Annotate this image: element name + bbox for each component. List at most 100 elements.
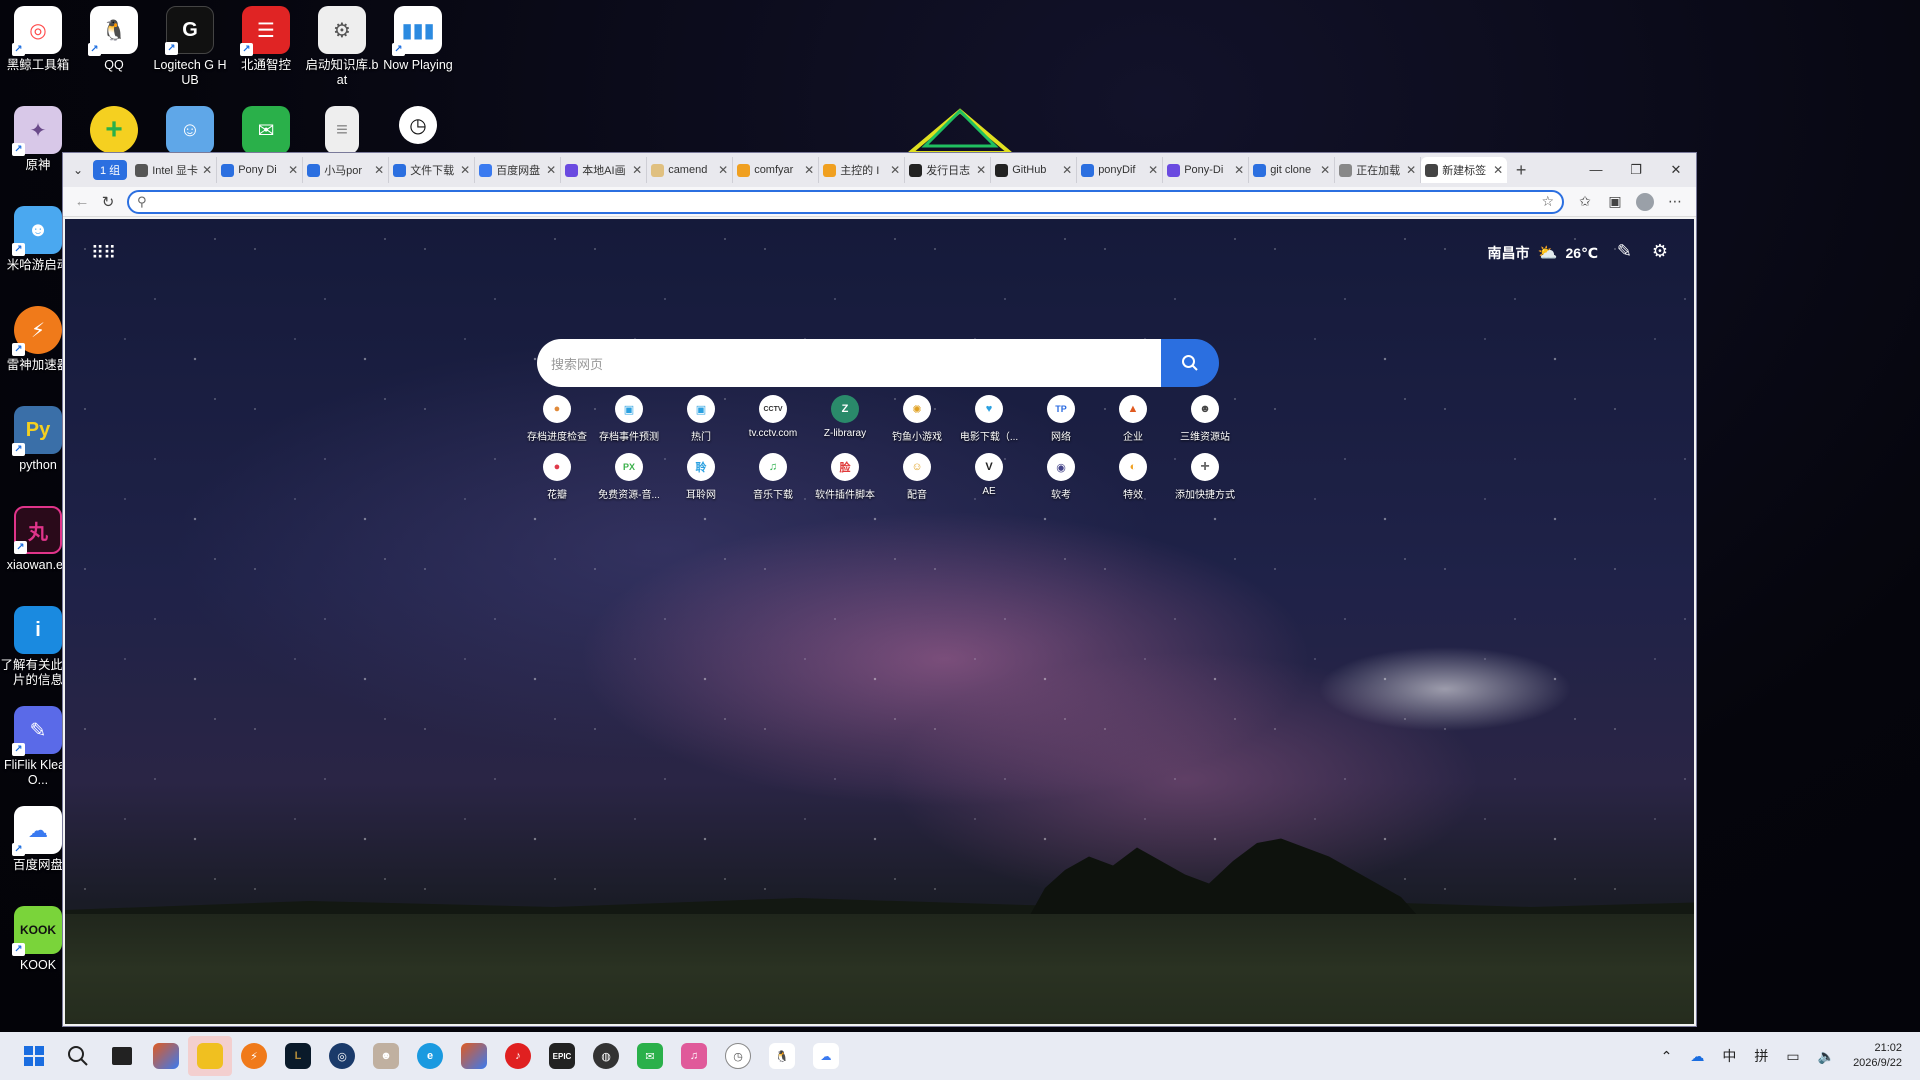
taskbar-app[interactable]	[144, 1036, 188, 1076]
shortcut-item[interactable]: 脸软件插件脚本	[809, 453, 881, 501]
shortcut-item[interactable]: ▣ 热门	[665, 395, 737, 443]
close-icon[interactable]: ✕	[374, 163, 384, 177]
new-tab-button[interactable]: +	[1507, 160, 1535, 181]
desktop-icon-logitech[interactable]: G ↗ Logitech G HUB	[152, 6, 228, 88]
taskbar-app[interactable]: ☁	[804, 1036, 848, 1076]
tab[interactable]: camend ✕	[647, 157, 734, 183]
collections-icon[interactable]: ▣	[1600, 193, 1630, 210]
shortcut-item[interactable]: ♫ 音乐下载	[737, 453, 809, 501]
shortcut-item[interactable]: ☺ 配音	[881, 453, 953, 501]
tab[interactable]: 主控的 I ✕	[819, 157, 906, 183]
desktop-icon-qq[interactable]: 🐧 ↗ QQ	[76, 6, 152, 73]
taskbar-app[interactable]: EPIC	[540, 1036, 584, 1076]
restore-icon[interactable]: ❐	[1616, 162, 1656, 178]
start-button[interactable]	[12, 1036, 56, 1076]
taskbar-app[interactable]: ◷	[716, 1036, 760, 1076]
close-icon[interactable]: ✕	[546, 163, 556, 177]
tab[interactable]: Pony-Di ✕	[1163, 157, 1250, 183]
shortcut-item[interactable]: ● 花瓣	[521, 453, 593, 501]
address-bar[interactable]: ⚲ ☆	[127, 189, 1564, 214]
desktop-icon-clock[interactable]: ◷	[380, 106, 456, 144]
tab[interactable]: Intel 显卡 ✕	[131, 157, 218, 183]
favorites-icon[interactable]: ✩	[1570, 193, 1600, 210]
close-icon[interactable]: ✕	[460, 163, 470, 177]
ime-language[interactable]: 中	[1722, 1046, 1736, 1066]
shortcut-item[interactable]: Z Z-libraray	[809, 395, 881, 443]
close-icon[interactable]: ✕	[1406, 163, 1416, 177]
tab[interactable]: 发行日志 ✕	[905, 157, 992, 183]
desktop-icon-plus[interactable]: +	[76, 106, 152, 154]
close-icon[interactable]: ✕	[202, 163, 212, 177]
close-icon[interactable]: ✕	[1148, 163, 1158, 177]
shortcut-item[interactable]: ▣ 存档事件预测	[593, 395, 665, 443]
task-view-button[interactable]	[100, 1036, 144, 1076]
taskbar-app[interactable]: ◍	[584, 1036, 628, 1076]
tab-active[interactable]: 新建标签 ✕	[1421, 157, 1508, 183]
desktop-icon-wechat[interactable]: ✉	[228, 106, 304, 154]
tab[interactable]: comfyar ✕	[733, 157, 820, 183]
shortcut-item[interactable]: ✺ 钓鱼小游戏	[881, 395, 953, 443]
taskbar-app[interactable]: L	[276, 1036, 320, 1076]
desktop-icon-beitong[interactable]: ☰ ↗ 北通智控	[228, 6, 304, 73]
close-icon[interactable]: ✕	[288, 163, 298, 177]
close-icon[interactable]: ✕	[804, 163, 814, 177]
desktop-icon-heijing[interactable]: ◎ ↗ 黑鲸工具箱	[0, 6, 76, 73]
search-input[interactable]: 搜索网页	[537, 339, 1161, 387]
chevron-up-icon[interactable]: ⌃	[1661, 1048, 1673, 1065]
close-icon[interactable]: ✕	[718, 163, 728, 177]
shortcut-item[interactable]: ☻ 三维资源站	[1169, 395, 1241, 443]
close-window-icon[interactable]: ✕	[1656, 162, 1696, 178]
shortcut-item[interactable]: CCTV tv.cctv.com	[737, 395, 809, 443]
add-shortcut-button[interactable]: + 添加快捷方式	[1169, 453, 1241, 501]
taskbar-app[interactable]: ♪	[496, 1036, 540, 1076]
close-icon[interactable]: ✕	[632, 163, 642, 177]
desktop-icon-document[interactable]: ≡	[304, 106, 380, 154]
taskbar-app[interactable]: ♫	[672, 1036, 716, 1076]
minimize-icon[interactable]: —	[1576, 162, 1616, 178]
tab[interactable]: GitHub ✕	[991, 157, 1078, 183]
taskbar-app[interactable]: e	[408, 1036, 452, 1076]
close-icon[interactable]: ✕	[1320, 163, 1330, 177]
profile-avatar[interactable]	[1636, 192, 1654, 211]
close-icon[interactable]: ✕	[890, 163, 900, 177]
network-icon[interactable]: ▭	[1786, 1048, 1799, 1065]
clock[interactable]: 21:02 2026/9/22	[1853, 1041, 1902, 1071]
shortcut-item[interactable]: ● 存档进度检查	[521, 395, 593, 443]
weather-widget[interactable]: 南昌市 ⛅ 26℃	[1488, 243, 1598, 263]
shortcut-item[interactable]: ◐ 特效	[1097, 453, 1169, 501]
shortcut-item[interactable]: 聆耳聆网	[665, 453, 737, 501]
shortcut-item[interactable]: PX 免费资源-音...	[593, 453, 665, 501]
taskbar-app[interactable]: ✉	[628, 1036, 672, 1076]
desktop-icon-bat[interactable]: ⚙ 启动知识库.bat	[304, 6, 380, 88]
desktop-icon-chat[interactable]: ☺	[152, 106, 228, 154]
tab[interactable]: 正在加载 ✕	[1335, 157, 1422, 183]
shortcut-item[interactable]: ♥ 电影下载（...	[953, 395, 1025, 443]
close-icon[interactable]: ✕	[1062, 163, 1072, 177]
taskbar-app[interactable]: ◎	[320, 1036, 364, 1076]
apps-grid-icon[interactable]: ⠿⠿	[91, 243, 116, 264]
taskbar-app[interactable]	[452, 1036, 496, 1076]
tab[interactable]: 小马por ✕	[303, 157, 390, 183]
tab[interactable]: git clone ✕	[1249, 157, 1336, 183]
taskbar-search[interactable]	[56, 1036, 100, 1076]
more-options-icon[interactable]: ⋯	[1660, 193, 1690, 210]
tab[interactable]: ponyDif ✕	[1077, 157, 1164, 183]
close-icon[interactable]: ✕	[976, 163, 986, 177]
taskbar-app[interactable]: ⚡	[232, 1036, 276, 1076]
close-icon[interactable]: ✕	[1234, 163, 1244, 177]
tab[interactable]: Pony Di ✕	[217, 157, 304, 183]
tab[interactable]: 本地AI画 ✕	[561, 157, 648, 183]
settings-gear-icon[interactable]: ⚙	[1652, 241, 1668, 262]
tab-group-label[interactable]: 1 组	[93, 160, 128, 180]
tab[interactable]: 文件下载 ✕	[389, 157, 476, 183]
tab-actions-menu[interactable]: ⌄	[67, 159, 89, 181]
shortcut-item[interactable]: TP 网络	[1025, 395, 1097, 443]
onedrive-icon[interactable]: ☁	[1690, 1048, 1704, 1065]
tab[interactable]: 百度网盘 ✕	[475, 157, 562, 183]
close-icon[interactable]: ✕	[1493, 163, 1503, 177]
desktop-icon-now-playing[interactable]: ▮▮▮ ↗ Now Playing	[380, 6, 456, 73]
reload-icon[interactable]: ↻	[95, 193, 121, 211]
taskbar-app-active[interactable]	[188, 1036, 232, 1076]
edit-pencil-icon[interactable]: ✎	[1617, 241, 1632, 262]
favorite-star-icon[interactable]: ☆	[1541, 193, 1554, 210]
